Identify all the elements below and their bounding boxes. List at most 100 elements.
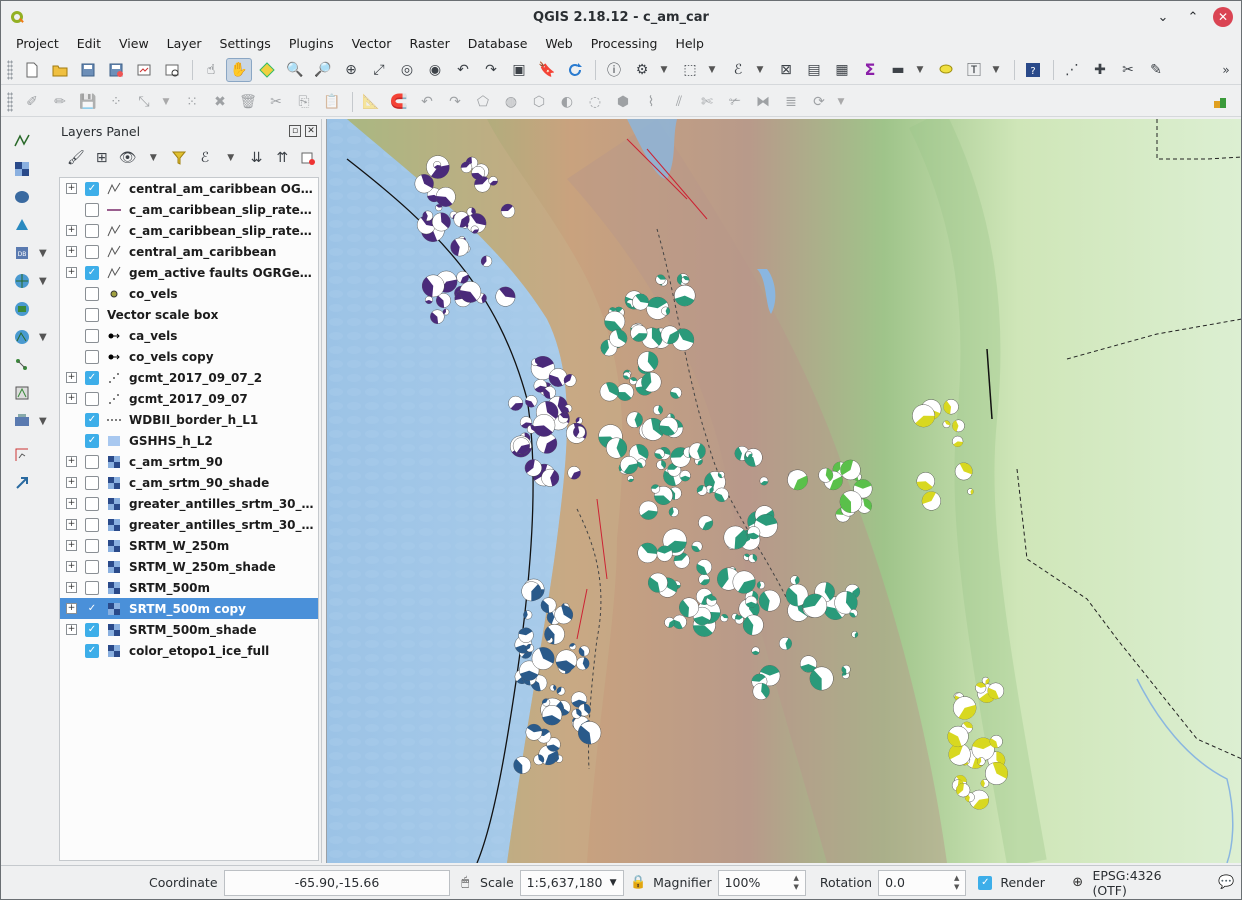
layer-visibility-checkbox[interactable] bbox=[85, 475, 99, 490]
zoom-to-selection-icon[interactable]: ◎ bbox=[394, 58, 420, 82]
merge-features-icon[interactable]: ⧓ bbox=[750, 90, 776, 114]
menu-processing[interactable]: Processing bbox=[582, 36, 667, 51]
expand-layer-icon[interactable]: + bbox=[66, 561, 77, 572]
layer-visibility-checkbox[interactable] bbox=[85, 517, 99, 532]
layer-row[interactable]: ca_vels bbox=[60, 325, 318, 346]
layer-visibility-checkbox[interactable] bbox=[85, 223, 99, 238]
close-panel-button[interactable]: ✕ bbox=[305, 125, 317, 137]
toolbar-grip[interactable] bbox=[7, 59, 13, 80]
chevron-down-icon[interactable]: ▼ bbox=[39, 276, 47, 287]
expand-layer-icon[interactable]: + bbox=[66, 372, 77, 383]
expand-layer-icon[interactable]: + bbox=[66, 519, 77, 530]
layer-row[interactable]: ✓ GSHHS_h_L2 bbox=[60, 430, 318, 451]
expand-layer-icon[interactable]: + bbox=[66, 603, 77, 614]
redo-icon[interactable]: ↷ bbox=[442, 90, 468, 114]
digitize-icon[interactable]: ✎ bbox=[1143, 58, 1169, 82]
menu-edit[interactable]: Edit bbox=[68, 36, 110, 51]
map-tips-icon[interactable] bbox=[933, 58, 959, 82]
layer-row[interactable]: + ✓ central_am_caribbean OGRG... bbox=[60, 178, 318, 199]
layer-row[interactable]: ✓ color_etopo1_ice_full bbox=[60, 640, 318, 661]
cut-features-icon[interactable]: ✂ bbox=[263, 90, 289, 114]
chevron-down-icon[interactable]: ▼ bbox=[39, 248, 47, 259]
expand-layer-icon[interactable]: + bbox=[66, 393, 77, 404]
crs-globe-icon[interactable]: ⊕ bbox=[1069, 874, 1087, 892]
zoom-out-icon[interactable]: 🔎 bbox=[310, 58, 336, 82]
chevron-down-icon[interactable]: ▼ bbox=[657, 58, 671, 82]
add-wfs-layer-icon[interactable] bbox=[9, 325, 35, 349]
expand-layer-icon[interactable]: + bbox=[66, 582, 77, 593]
run-feature-action-icon[interactable]: ⚙ bbox=[629, 58, 655, 82]
menu-vector[interactable]: Vector bbox=[343, 36, 401, 51]
remove-layer-icon[interactable] bbox=[295, 146, 321, 170]
layer-visibility-checkbox[interactable] bbox=[85, 202, 99, 217]
menu-raster[interactable]: Raster bbox=[400, 36, 458, 51]
layer-visibility-checkbox[interactable]: ✓ bbox=[85, 412, 99, 427]
expand-layer-icon[interactable]: + bbox=[66, 456, 77, 467]
chevron-down-icon[interactable]: ▼ bbox=[159, 90, 173, 114]
measure-line-icon[interactable]: ▬ bbox=[885, 58, 911, 82]
split-features-icon[interactable]: ✄ bbox=[694, 90, 720, 114]
layer-visibility-checkbox[interactable]: ✓ bbox=[85, 370, 99, 385]
add-ring-icon[interactable]: ◍ bbox=[498, 90, 524, 114]
delete-icon[interactable]: 🗑 bbox=[235, 90, 261, 114]
chevron-down-icon[interactable]: ▼ bbox=[989, 58, 1003, 82]
layer-visibility-checkbox[interactable] bbox=[85, 244, 99, 259]
offset-curve-icon[interactable]: ⫽ bbox=[666, 90, 692, 114]
messages-icon[interactable]: 💬 bbox=[1217, 874, 1235, 892]
add-raster-layer-icon[interactable] bbox=[9, 157, 35, 181]
menu-layer[interactable]: Layer bbox=[158, 36, 211, 51]
layer-visibility-checkbox[interactable] bbox=[85, 307, 99, 322]
expand-layer-icon[interactable]: + bbox=[66, 225, 77, 236]
statistical-summary-icon[interactable]: Σ bbox=[857, 58, 883, 82]
zoom-to-layer-icon[interactable]: ◉ bbox=[422, 58, 448, 82]
layer-visibility-checkbox[interactable] bbox=[85, 391, 99, 406]
render-checkbox[interactable]: ✓ bbox=[978, 875, 993, 890]
deselect-features-icon[interactable]: ⊠ bbox=[773, 58, 799, 82]
float-panel-button[interactable]: ▫ bbox=[289, 125, 301, 137]
menu-view[interactable]: View bbox=[110, 36, 158, 51]
toolbar-grip[interactable] bbox=[7, 91, 13, 112]
manage-map-themes-icon[interactable]: 👁 bbox=[115, 146, 141, 170]
layer-row[interactable]: + SRTM_500m bbox=[60, 577, 318, 598]
scale-combobox[interactable]: 1:5,637,180 ▼ bbox=[519, 869, 624, 896]
magnifier-spinbox[interactable]: 100% ▲ ▼ bbox=[717, 869, 806, 896]
layer-visibility-checkbox[interactable]: ✓ bbox=[85, 433, 99, 448]
layer-visibility-checkbox[interactable] bbox=[85, 559, 99, 574]
add-mssql-layer-icon[interactable]: DB bbox=[9, 241, 35, 265]
layer-row[interactable]: Vector scale box bbox=[60, 304, 318, 325]
spin-arrows-icon[interactable]: ▲ ▼ bbox=[954, 874, 959, 892]
layer-row[interactable]: + ✓ SRTM_500m_shade bbox=[60, 619, 318, 640]
chevron-down-icon[interactable]: ▼ bbox=[39, 332, 47, 343]
menu-settings[interactable]: Settings bbox=[211, 36, 280, 51]
add-delimited-text-layer-icon[interactable] bbox=[9, 353, 35, 377]
help-icon[interactable]: ? bbox=[1020, 58, 1046, 82]
layer-row[interactable]: + central_am_caribbean bbox=[60, 241, 318, 262]
open-layer-styling-icon[interactable]: 🖌 bbox=[63, 146, 89, 170]
new-print-composer-icon[interactable] bbox=[131, 58, 157, 82]
zoom-last-icon[interactable]: ↶ bbox=[450, 58, 476, 82]
chevron-down-icon[interactable]: ▼ bbox=[705, 58, 719, 82]
select-features-icon[interactable]: ⬚ bbox=[677, 58, 703, 82]
vertex-tool-icon[interactable]: ⋰ bbox=[1059, 58, 1085, 82]
add-oracle-layer-icon[interactable] bbox=[9, 409, 35, 433]
new-bookmark-icon[interactable]: 🔖 bbox=[534, 58, 560, 82]
current-edits-icon[interactable]: ✐ bbox=[19, 90, 45, 114]
text-annotation-icon[interactable]: 🅃 bbox=[961, 58, 987, 82]
coordinate-field[interactable]: -65.90,-15.66 bbox=[223, 869, 451, 896]
filter-by-expression-icon[interactable]: ℰ bbox=[192, 146, 218, 170]
new-map-view-icon[interactable]: ▣ bbox=[506, 58, 532, 82]
layer-visibility-checkbox[interactable] bbox=[85, 349, 99, 364]
simplify-feature-icon[interactable]: ⬠ bbox=[470, 90, 496, 114]
pan-to-selection-icon[interactable] bbox=[254, 58, 280, 82]
menu-project[interactable]: Project bbox=[7, 36, 68, 51]
reshape-features-icon[interactable]: ⌇ bbox=[638, 90, 664, 114]
touch-zoom-icon[interactable]: ☝ bbox=[198, 58, 224, 82]
filter-legend-icon[interactable] bbox=[166, 146, 192, 170]
identify-features-icon[interactable]: ⓘ bbox=[601, 58, 627, 82]
expand-layer-icon[interactable]: + bbox=[66, 498, 77, 509]
spin-arrows-icon[interactable]: ▲ ▼ bbox=[793, 874, 798, 892]
move-feature-icon[interactable]: ⤡ bbox=[131, 90, 157, 114]
open-project-icon[interactable] bbox=[47, 58, 73, 82]
paste-features-icon[interactable]: 📋 bbox=[319, 90, 345, 114]
expand-layer-icon[interactable]: + bbox=[66, 477, 77, 488]
